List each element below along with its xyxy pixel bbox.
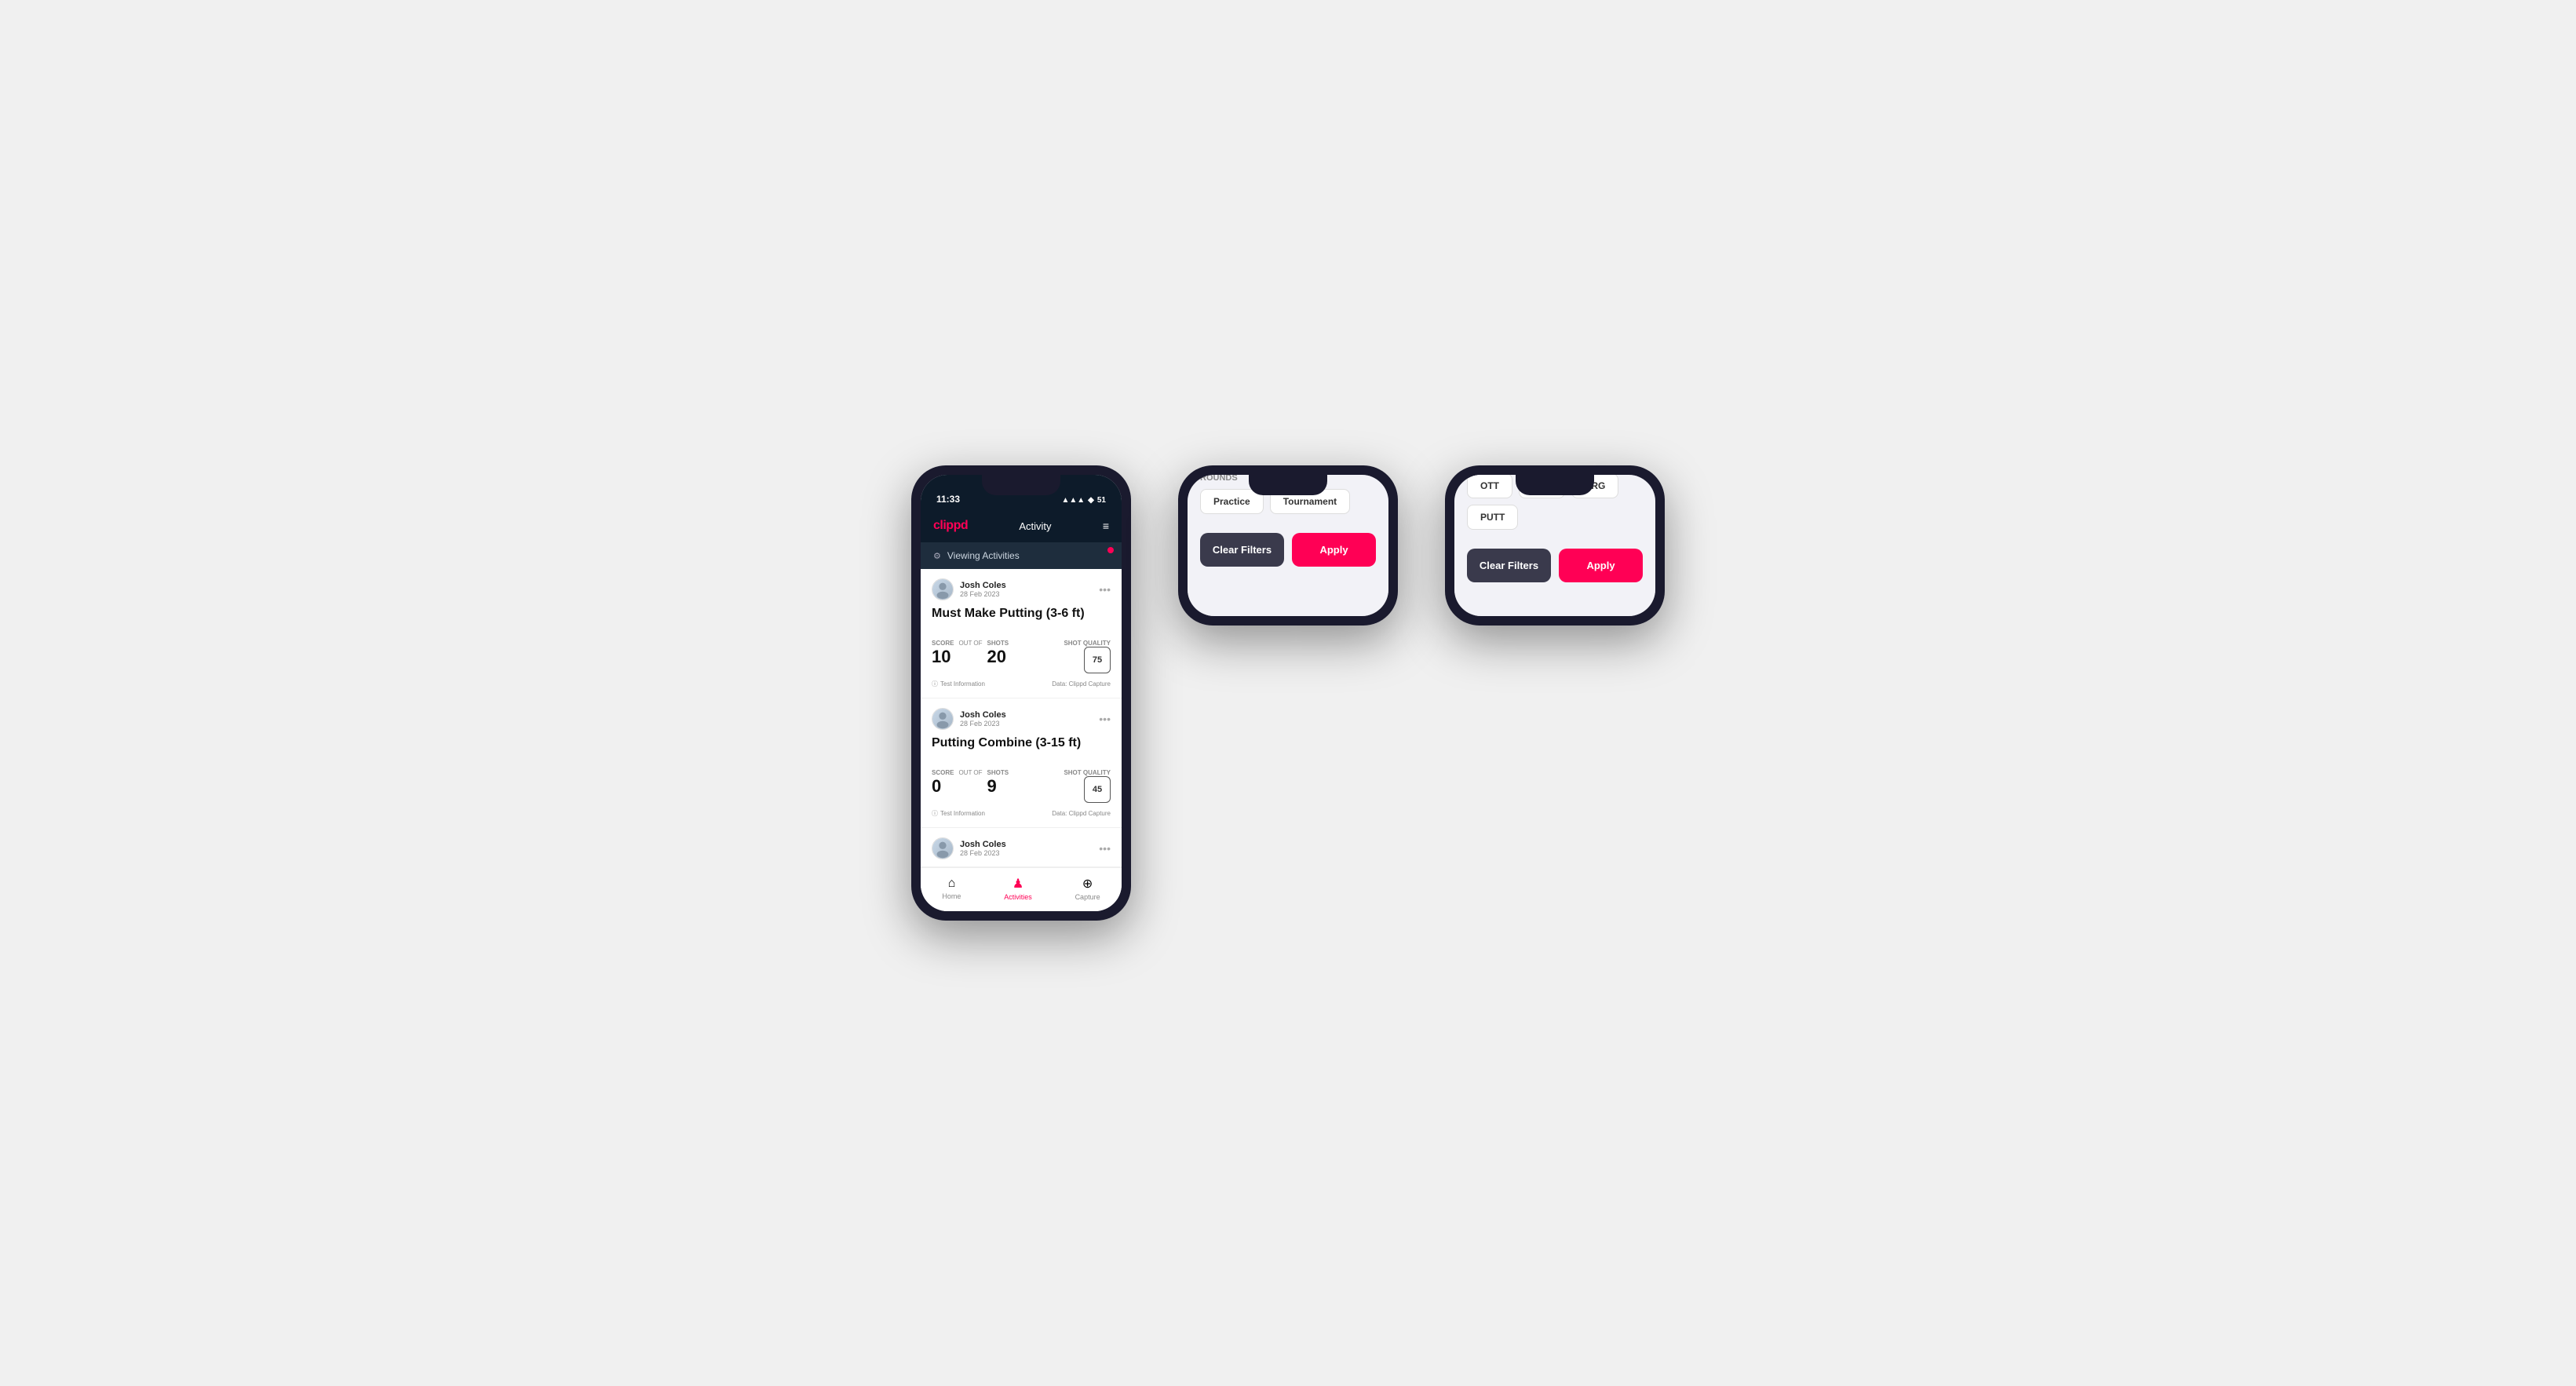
user-date-2: 28 Feb 2023: [960, 720, 1006, 728]
stats-row-1: Score 10 OUT OF Shots 20 Shot Quality: [932, 629, 1111, 673]
activity-title-1: Must Make Putting (3-6 ft): [932, 607, 1111, 621]
apply-btn-3[interactable]: Apply: [1559, 549, 1643, 582]
sq-label-1: Shot Quality: [1064, 640, 1111, 647]
clear-filters-btn-3[interactable]: Clear Filters: [1467, 549, 1551, 582]
activity-card-2: Josh Coles 28 Feb 2023 ••• Putting Combi…: [921, 698, 1122, 828]
card-footer-1: ⓘ Test Information Data: Clippd Capture: [932, 680, 1111, 688]
clear-filters-btn-2[interactable]: Clear Filters: [1200, 533, 1284, 567]
filter-modal-3: Filter ✕ Show Rounds Practice Drills Pra…: [1454, 475, 1655, 616]
capture-icon: ⊕: [1082, 876, 1093, 892]
data-source-1: Data: Clippd Capture: [1052, 680, 1111, 688]
avatar-2: [932, 708, 954, 730]
score-label-2: Score: [932, 769, 954, 776]
viewing-bar-label: Viewing Activities: [947, 550, 1020, 561]
activity-card-3-partial: Josh Coles 28 Feb 2023 •••: [921, 828, 1122, 867]
notch: [982, 475, 1060, 495]
user-name-3: Josh Coles: [960, 840, 1006, 849]
home-label: Home: [942, 892, 961, 900]
viewing-activities-bar[interactable]: ⚙ Viewing Activities: [921, 542, 1122, 569]
modal-actions-3: Clear Filters Apply: [1454, 538, 1655, 598]
score-value-1: 10: [932, 647, 954, 667]
capture-label: Capture: [1075, 893, 1100, 901]
out-of-1: OUT OF: [958, 640, 982, 647]
filter-modal-2: Filter ✕ Show Rounds Practice Drills Rou…: [1188, 475, 1388, 616]
phone-3: 11:33 ▲▲▲ ◆ 51 clippd Activity ≡ ⚙ Viewi…: [1445, 465, 1665, 626]
data-source-2: Data: Clippd Capture: [1052, 810, 1111, 817]
score-value-2: 0: [932, 776, 954, 797]
avatar-1: [932, 578, 954, 600]
nav-item-home[interactable]: ⌂ Home: [942, 877, 961, 900]
modal-actions-2: Clear Filters Apply: [1188, 522, 1388, 582]
info-link-2[interactable]: ⓘ Test Information: [932, 809, 985, 818]
sq-label-2: Shot Quality: [1064, 769, 1111, 776]
shots-label-2: Shots: [987, 769, 1009, 776]
stats-row-2: Score 0 OUT OF Shots 9 Shot Quality 45: [932, 758, 1111, 803]
user-date-3: 28 Feb 2023: [960, 849, 1006, 857]
card-footer-2: ⓘ Test Information Data: Clippd Capture: [932, 809, 1111, 818]
phone-1: 11:33 ▲▲▲ ◆ 51 clippd Activity ≡ ⚙ Viewi…: [911, 465, 1131, 921]
hamburger-icon[interactable]: ≡: [1103, 520, 1109, 532]
score-label-1: Score: [932, 640, 954, 647]
user-name-2: Josh Coles: [960, 710, 1006, 720]
home-icon: ⌂: [948, 877, 956, 891]
activity-title-2: Putting Combine (3-15 ft): [932, 736, 1111, 750]
avatar-3: [932, 837, 954, 859]
bottom-nav: ⌂ Home ♟ Activities ⊕ Capture: [921, 867, 1122, 911]
notch-3: [1516, 475, 1594, 495]
activities-label: Activities: [1004, 893, 1032, 901]
apply-btn-2[interactable]: Apply: [1292, 533, 1376, 567]
nav-item-capture[interactable]: ⊕ Capture: [1075, 876, 1100, 901]
user-info-2: Josh Coles 28 Feb 2023: [932, 708, 1006, 730]
user-info-3: Josh Coles 28 Feb 2023: [932, 837, 1006, 859]
notification-dot: [1107, 547, 1114, 553]
activities-icon: ♟: [1013, 876, 1023, 892]
top-nav: clippd Activity ≡: [921, 509, 1122, 542]
more-options-3[interactable]: •••: [1099, 842, 1111, 855]
app-logo: clippd: [933, 519, 968, 533]
shots-value-2: 9: [987, 776, 1009, 797]
user-name-1: Josh Coles: [960, 581, 1006, 590]
phones-container: 11:33 ▲▲▲ ◆ 51 clippd Activity ≡ ⚙ Viewi…: [911, 465, 1665, 921]
shots-label-1: Shots: [987, 640, 1009, 647]
sq-badge-1: 75: [1084, 647, 1111, 673]
filter-practice-round-btn-2[interactable]: Practice: [1200, 489, 1264, 514]
status-time: 11:33: [936, 494, 960, 505]
filter-ott-btn-3[interactable]: OTT: [1467, 475, 1512, 498]
info-link-1[interactable]: ⓘ Test Information: [932, 680, 985, 688]
activity-card-1: Josh Coles 28 Feb 2023 ••• Must Make Put…: [921, 569, 1122, 698]
user-info-1: Josh Coles 28 Feb 2023: [932, 578, 1006, 600]
out-of-2: OUT OF: [958, 769, 982, 776]
filter-putt-btn-3[interactable]: PUTT: [1467, 505, 1518, 530]
user-date-1: 28 Feb 2023: [960, 590, 1006, 598]
phone-2: 11:33 ▲▲▲ ◆ 51 clippd Activity ≡ ⚙ Viewi…: [1178, 465, 1398, 626]
nav-title: Activity: [1019, 520, 1051, 532]
shots-value-1: 20: [987, 647, 1009, 667]
nav-item-activities[interactable]: ♟ Activities: [1004, 876, 1032, 901]
sq-badge-2: 45: [1084, 776, 1111, 803]
more-options-2[interactable]: •••: [1099, 713, 1111, 725]
status-icons: ▲▲▲ ◆ 51: [1061, 496, 1106, 505]
filter-icon: ⚙: [933, 551, 941, 561]
more-options-1[interactable]: •••: [1099, 583, 1111, 596]
activity-feed: Josh Coles 28 Feb 2023 ••• Must Make Put…: [921, 569, 1122, 867]
notch-2: [1249, 475, 1327, 495]
